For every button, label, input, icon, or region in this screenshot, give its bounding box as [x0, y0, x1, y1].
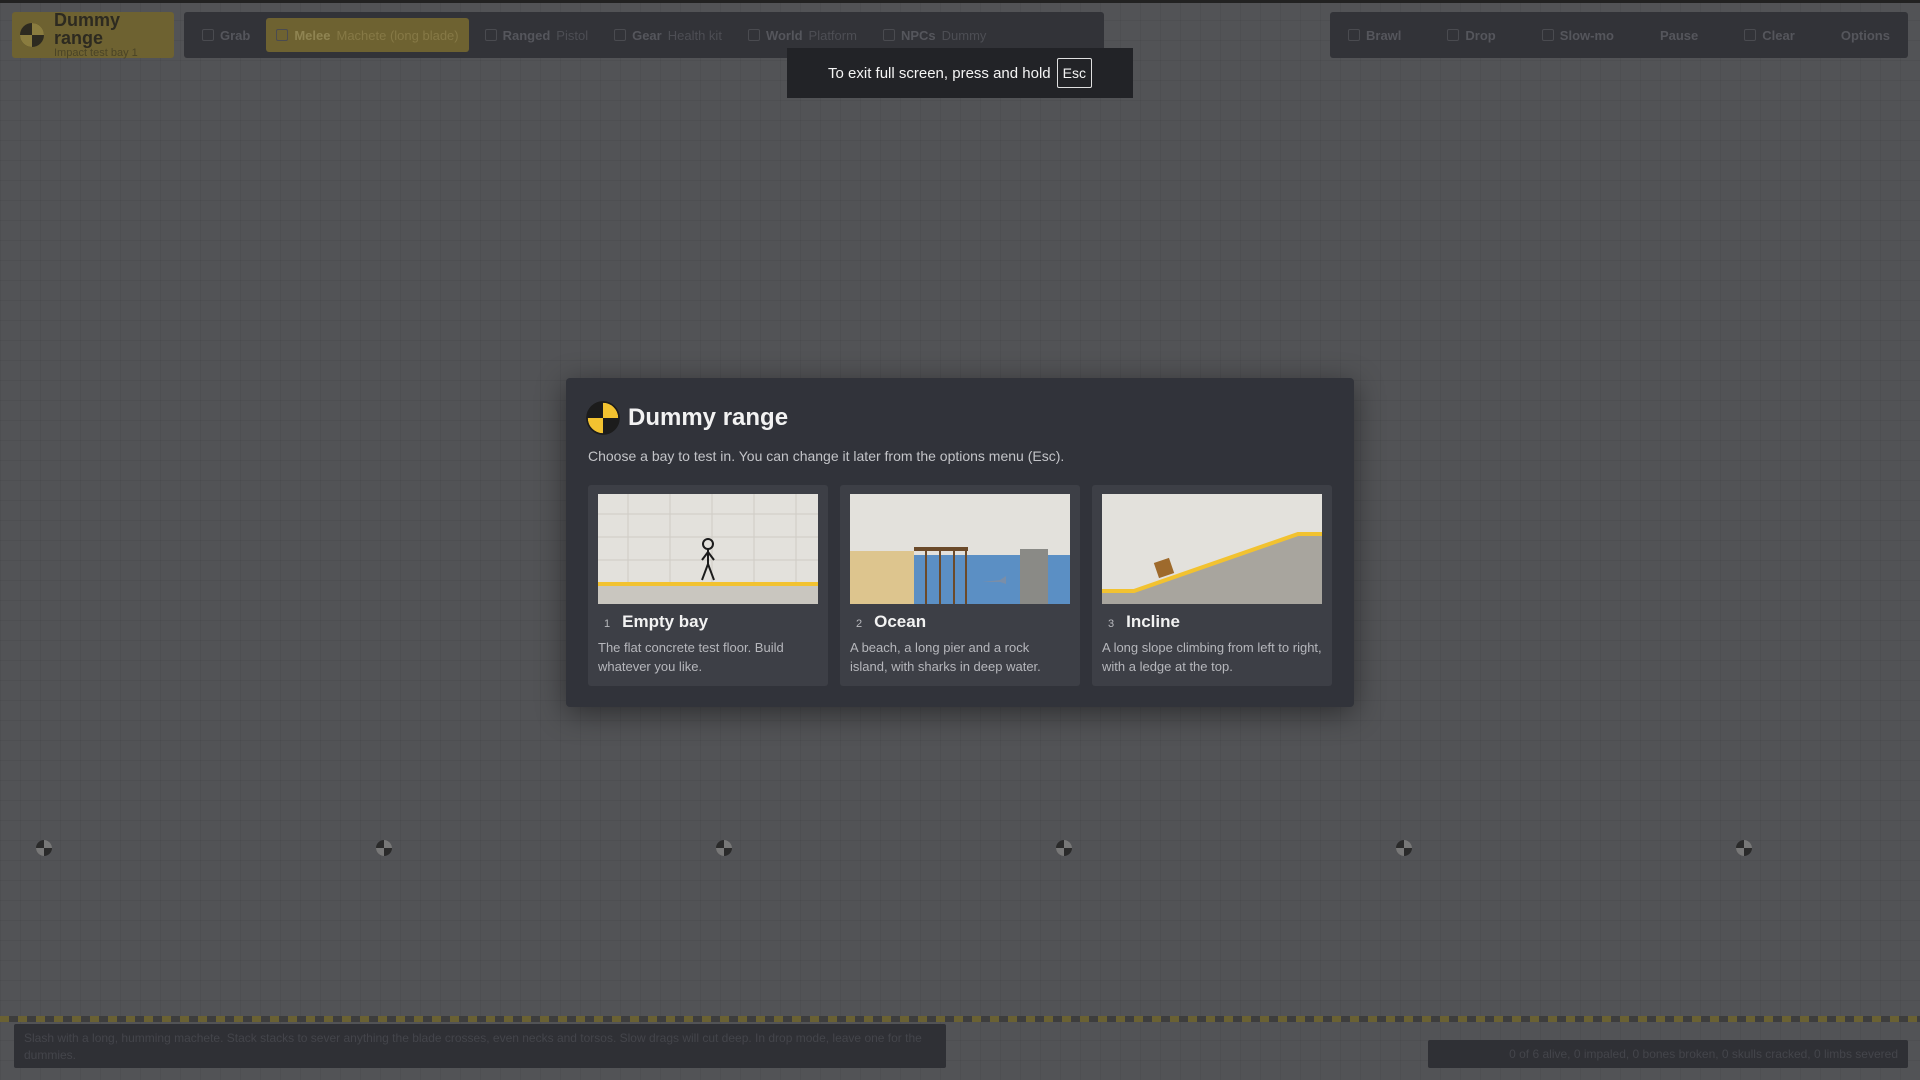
- tool-world-label: World: [765, 27, 803, 43]
- bay-option-name: Ocean: [874, 612, 927, 631]
- esc-key: Esc: [1056, 58, 1092, 88]
- btn-drop[interactable]: Drop: [1437, 18, 1505, 52]
- top-border: [0, 0, 1920, 3]
- tool-gear-value: Health kit: [667, 27, 722, 43]
- bay-option-number: 3: [1108, 618, 1115, 630]
- npc-icon: [882, 29, 895, 41]
- dummy-marker-icon: [36, 840, 52, 856]
- tool-hint: Slash with a long, humming machete. Stac…: [14, 1024, 946, 1068]
- tool-ranged-label: Ranged: [502, 27, 551, 43]
- dialog-title: Dummy range: [628, 404, 789, 431]
- dialog-description: Choose a bay to test in. You can change …: [588, 448, 1065, 464]
- kit-icon: [614, 29, 627, 41]
- dummy-marker-icon: [1056, 840, 1072, 856]
- btn-slowmo-label: Slow-mo: [1559, 27, 1614, 43]
- btn-options[interactable]: Options: [1831, 18, 1900, 52]
- app-title: Dummy range: [53, 10, 120, 48]
- crash-test-dummy-icon: [586, 401, 620, 435]
- tool-gear-label: Gear: [632, 27, 662, 43]
- btn-brawl[interactable]: Brawl: [1338, 18, 1411, 52]
- bay-options: 1 Empty bay The flat concrete test floor…: [588, 485, 1332, 686]
- dummy-marker-icon: [376, 840, 392, 856]
- toolbar-right: Brawl Drop Slow-mo Pause Clear Options: [1330, 12, 1908, 58]
- btn-drop-label: Drop: [1465, 27, 1496, 43]
- trash-icon: [1744, 29, 1757, 41]
- btn-options-label: Options: [1840, 27, 1890, 43]
- hand-icon: [202, 29, 214, 41]
- app-subtitle: Impact test bay 1: [53, 47, 138, 59]
- tool-ranged-value: Pistol: [556, 27, 589, 43]
- btn-clear-label: Clear: [1762, 27, 1795, 43]
- tool-melee-value: Machete (long blade): [336, 27, 459, 43]
- dummy-marker-icon: [716, 840, 732, 856]
- dummy-marker-icon: [1736, 840, 1752, 856]
- tool-melee[interactable]: Melee Machete (long blade): [266, 18, 469, 52]
- drop-icon: [1447, 29, 1460, 41]
- bay-option-number: 2: [856, 618, 863, 630]
- fullscreen-toast-text: To exit full screen, press and hold: [828, 64, 1051, 82]
- bay-select-dialog: Dummy range Choose a bay to test in. You…: [566, 378, 1354, 707]
- btn-pause-label: Pause: [1659, 27, 1699, 43]
- btn-pause[interactable]: Pause: [1650, 18, 1708, 52]
- stats-readout: 0 of 6 alive, 0 impaled, 0 bones broken,…: [1428, 1040, 1908, 1068]
- bay-option-ocean[interactable]: 2 Ocean A beach, a long pier and a rock …: [840, 485, 1080, 686]
- incline-preview: [1102, 494, 1322, 604]
- dummy-marker-icon: [1396, 840, 1412, 856]
- clock-icon: [1541, 29, 1554, 41]
- btn-clear[interactable]: Clear: [1734, 18, 1805, 52]
- tool-world[interactable]: World Platform: [738, 18, 867, 52]
- tool-gear[interactable]: Gear Health kit: [604, 18, 732, 52]
- fist-icon: [1348, 29, 1360, 41]
- tool-npcs-value: Dummy: [941, 27, 987, 43]
- tool-melee-label: Melee: [294, 27, 331, 43]
- tool-npcs[interactable]: NPCs Dummy: [873, 18, 996, 52]
- ocean-preview: [850, 494, 1070, 604]
- bay-option-incline[interactable]: 3 Incline A long slope climbing from lef…: [1092, 485, 1332, 686]
- bay-option-number: 1: [604, 618, 611, 630]
- tool-world-value: Platform: [808, 27, 857, 43]
- tool-npcs-label: NPCs: [900, 27, 936, 43]
- bay-option-description: The flat concrete test floor. Build what…: [598, 640, 784, 674]
- bay-option-empty[interactable]: 1 Empty bay The flat concrete test floor…: [588, 485, 828, 686]
- dialog-header: Dummy range: [586, 401, 788, 435]
- bay-option-description: A long slope climbing from left to right…: [1102, 640, 1322, 674]
- world-icon: [747, 29, 760, 41]
- hazard-stripe: [0, 1016, 1920, 1022]
- app-logo[interactable]: Dummy range Impact test bay 1: [12, 10, 174, 59]
- btn-brawl-label: Brawl: [1366, 27, 1402, 43]
- tool-grab[interactable]: Grab: [192, 18, 260, 52]
- gun-icon: [484, 29, 497, 41]
- tool-ranged[interactable]: Ranged Pistol: [475, 18, 598, 52]
- tool-grab-label: Grab: [220, 27, 251, 43]
- btn-slowmo[interactable]: Slow-mo: [1532, 18, 1624, 52]
- bay-option-name: Empty bay: [622, 612, 709, 631]
- bay-option-description: A beach, a long pier and a rock island, …: [850, 640, 1041, 674]
- crash-test-dummy-icon: [19, 23, 44, 47]
- fullscreen-toast: To exit full screen, press and hold Esc: [787, 48, 1133, 98]
- empty-bay-preview: [598, 494, 818, 604]
- bay-option-name: Incline: [1126, 612, 1180, 631]
- blade-icon: [276, 29, 289, 41]
